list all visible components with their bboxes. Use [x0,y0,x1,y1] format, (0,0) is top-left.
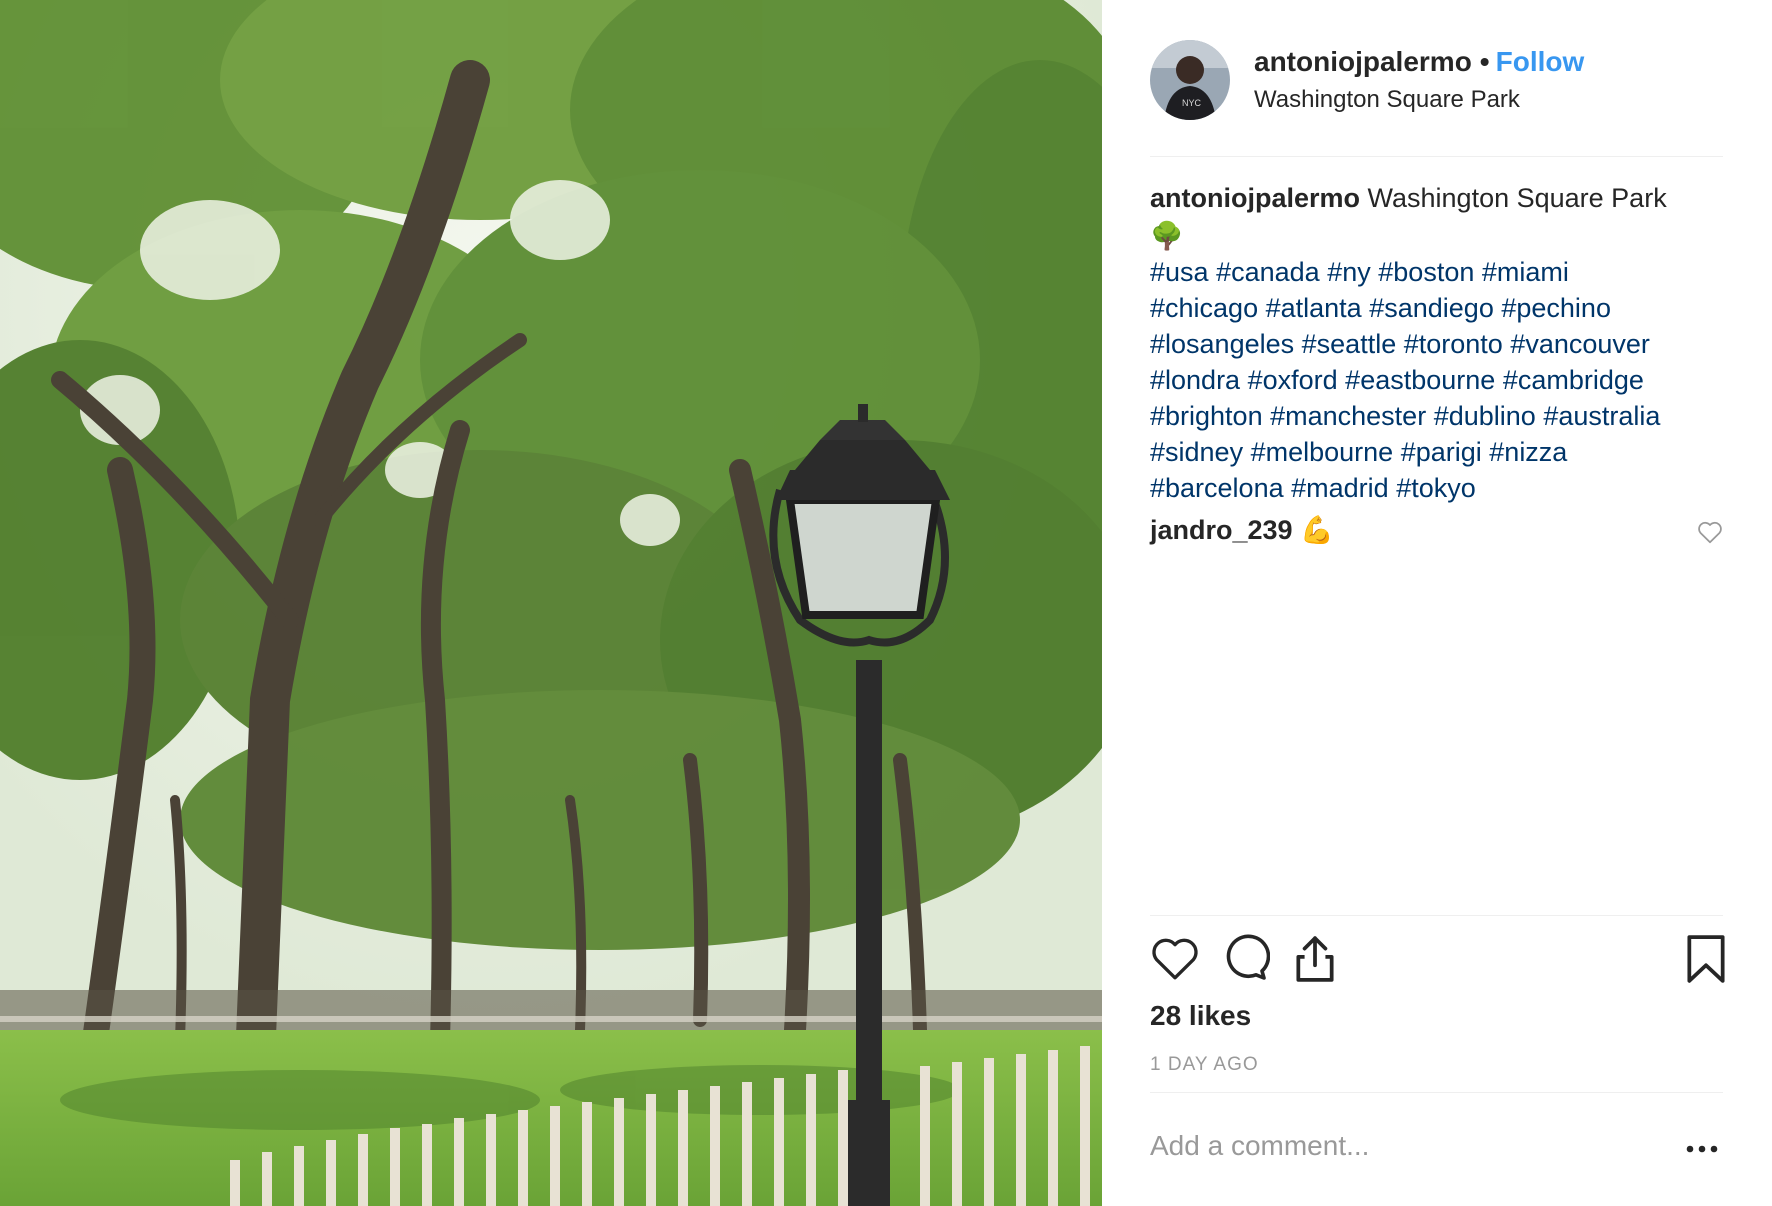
hashtag[interactable]: #australia [1543,401,1660,431]
hashtag[interactable]: #nizza [1489,437,1567,467]
hashtag[interactable]: #cambridge [1503,365,1644,395]
hashtag[interactable]: #melbourne [1251,437,1394,467]
more-icon[interactable] [1686,1140,1718,1158]
park-photo [0,0,1102,1206]
post-photo[interactable] [0,0,1102,1206]
comment-icon[interactable] [1220,934,1271,987]
heart-icon[interactable] [1150,934,1200,987]
hashtag[interactable]: #atlanta [1266,293,1362,323]
hashtag[interactable]: #madrid [1291,473,1389,503]
hashtag[interactable]: #vancouver [1510,329,1650,359]
comment-text: 💪 [1300,515,1334,545]
post-header: NYC antoniojpalermo • Follow Washington Sq… [1150,40,1723,157]
post-side-panel: NYC antoniojpalermo • Follow Washington Sq… [1102,0,1772,1206]
post-location[interactable]: Washington Square Park [1254,86,1520,114]
hashtag[interactable]: #sidney [1150,437,1243,467]
divider [1150,915,1723,916]
hashtag[interactable]: #ny [1327,257,1371,287]
hashtag[interactable]: #sandiego [1369,293,1494,323]
post-container: NYC antoniojpalermo • Follow Washington Sq… [0,0,1772,1206]
hashtag[interactable]: #seattle [1302,329,1397,359]
add-comment-input[interactable] [1150,1124,1650,1168]
divider [1150,1092,1723,1093]
hashtag[interactable]: #eastbourne [1345,365,1495,395]
hashtag[interactable]: #barcelona [1150,473,1284,503]
post-username-row: antoniojpalermo • Follow [1254,46,1584,78]
hashtag[interactable]: #canada [1216,257,1320,287]
hashtag[interactable]: #manchester [1270,401,1426,431]
post-username[interactable]: antoniojpalermo [1254,46,1472,77]
avatar[interactable]: NYC [1150,40,1230,120]
hashtag[interactable]: #brighton [1150,401,1263,431]
caption: antoniojpalermo Washington Square Park 🌳… [1150,180,1723,506]
caption-author[interactable]: antoniojpalermo [1150,183,1360,213]
follow-button[interactable]: Follow [1496,46,1585,77]
avatar-image: NYC [1150,40,1230,120]
tree-emoji: 🌳 [1150,221,1184,251]
action-bar [1150,934,1725,989]
comment-username[interactable]: jandro_239 [1150,515,1293,545]
hashtag[interactable]: #dublino [1434,401,1536,431]
hashtag[interactable]: #usa [1150,257,1209,287]
hashtag[interactable]: #chicago [1150,293,1258,323]
share-icon[interactable] [1290,934,1340,989]
hashtag[interactable]: #miami [1482,257,1569,287]
caption-text: Washington Square Park [1367,183,1667,213]
likes-count[interactable]: 28 likes [1150,1000,1251,1032]
hashtag[interactable]: #parigi [1401,437,1482,467]
svg-text:NYC: NYC [1182,98,1202,108]
hashtag[interactable]: #boston [1378,257,1474,287]
hashtag-list: #usa #canada #ny #boston #miami #chicago… [1150,254,1723,506]
post-timestamp[interactable]: 1 DAY AGO [1150,1054,1259,1076]
hashtag[interactable]: #oxford [1248,365,1338,395]
separator-dot: • [1479,46,1490,77]
bookmark-icon[interactable] [1685,934,1727,989]
hashtag[interactable]: #tokyo [1396,473,1476,503]
like-comment-icon[interactable] [1697,520,1723,551]
hashtag[interactable]: #londra [1150,365,1240,395]
hashtag[interactable]: #pechino [1501,293,1611,323]
hashtag[interactable]: #losangeles [1150,329,1294,359]
comment-row: jandro_239 💪 [1150,514,1723,558]
hashtag[interactable]: #toronto [1404,329,1503,359]
